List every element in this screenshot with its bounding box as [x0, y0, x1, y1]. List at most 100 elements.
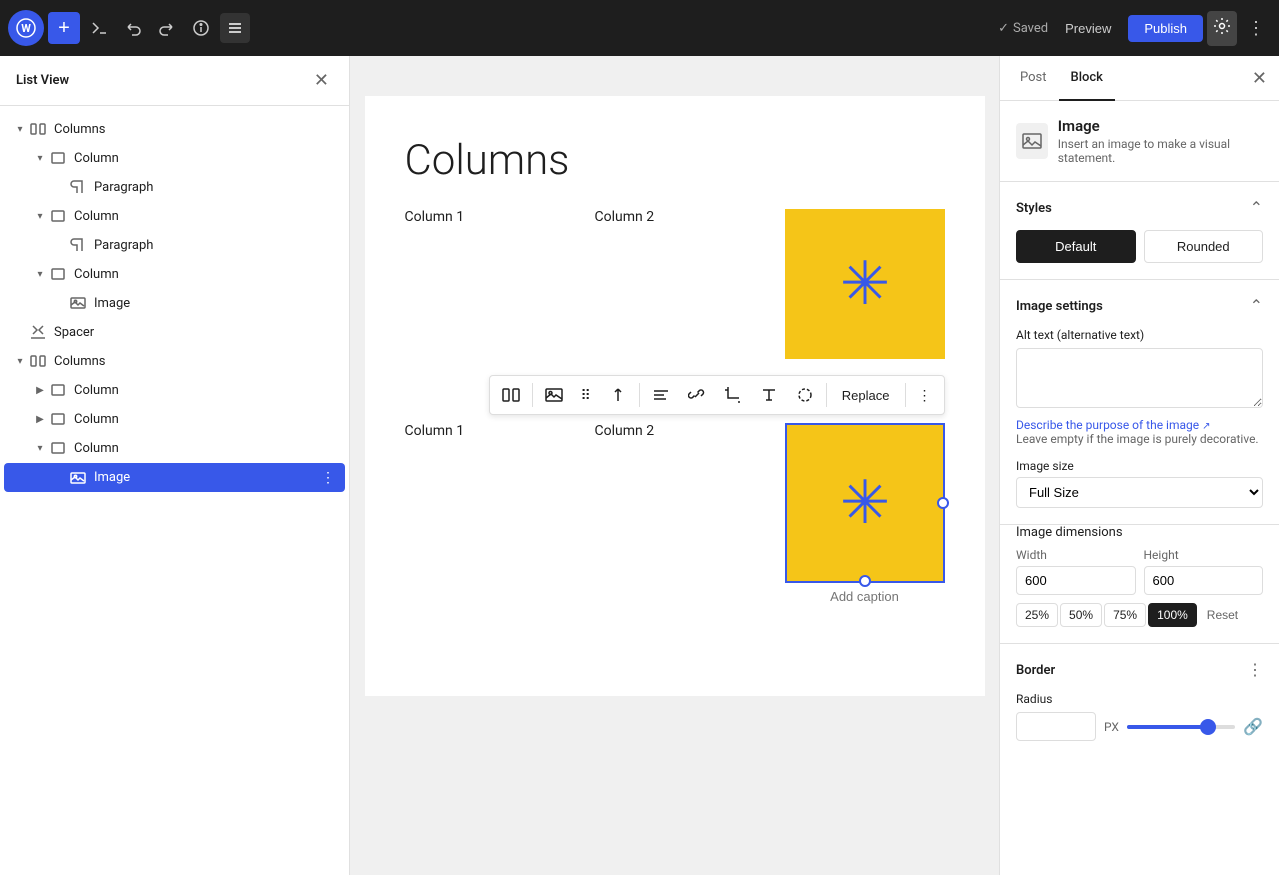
tree-toggle[interactable]: ▾: [32, 208, 48, 224]
image-size-select[interactable]: Full Size: [1016, 477, 1263, 508]
list-item-label: Column: [74, 441, 337, 456]
style-default-button[interactable]: Default: [1016, 230, 1136, 263]
sidebar-header: List View ✕: [0, 56, 349, 106]
style-rounded-button[interactable]: Rounded: [1144, 230, 1264, 263]
tree-toggle[interactable]: ▶: [32, 382, 48, 398]
page-title[interactable]: Columns: [405, 136, 945, 185]
resize-handle-right[interactable]: [937, 497, 949, 509]
reset-button[interactable]: Reset: [1203, 603, 1242, 627]
redo-button[interactable]: [152, 13, 182, 43]
list-item-label: Columns: [54, 122, 337, 137]
caption-input[interactable]: [785, 583, 945, 610]
column-icon: [48, 148, 68, 168]
resize-handle-bottom[interactable]: [859, 575, 871, 587]
undo-button[interactable]: [118, 13, 148, 43]
tree-toggle[interactable]: ▾: [32, 266, 48, 282]
tree-toggle[interactable]: ▾: [12, 353, 28, 369]
list-item-selected[interactable]: Image ⋮: [4, 463, 345, 492]
percent-50-button[interactable]: 50%: [1060, 603, 1102, 627]
column-1-label[interactable]: Column 1: [405, 209, 579, 225]
tree-toggle[interactable]: ▾: [32, 150, 48, 166]
list-item[interactable]: Spacer: [4, 318, 345, 346]
add-block-button[interactable]: +: [48, 12, 80, 44]
list-item[interactable]: ▶ Column: [4, 405, 345, 433]
panel-block-header: Image Insert an image to make a visual s…: [1000, 101, 1279, 182]
sidebar-content: ▾ Columns ▾ Column: [0, 106, 349, 875]
toolbar-replace-button[interactable]: Replace: [831, 383, 901, 408]
list-item[interactable]: Paragraph: [4, 173, 345, 201]
tree-toggle[interactable]: ▶: [32, 411, 48, 427]
more-options-button[interactable]: ⋮: [1241, 12, 1271, 45]
alt-text-link[interactable]: Describe the purpose of the image ↗: [1016, 418, 1263, 432]
columns-icon: [28, 119, 48, 139]
list-item[interactable]: Paragraph: [4, 231, 345, 259]
radius-slider-thumb[interactable]: [1200, 719, 1216, 735]
width-label: Width: [1016, 548, 1136, 562]
toolbar-crop-btn[interactable]: [716, 380, 750, 410]
toolbar-link-btn[interactable]: [680, 380, 714, 410]
toolbar-text-btn[interactable]: [752, 380, 786, 410]
column-1-b-label[interactable]: Column 1: [405, 423, 579, 439]
tab-post[interactable]: Post: [1008, 56, 1059, 101]
percent-100-button[interactable]: 100%: [1148, 603, 1197, 627]
list-item[interactable]: ▾ Column: [4, 202, 345, 230]
toolbar-drag-btn[interactable]: ⠿: [573, 381, 599, 410]
publish-button[interactable]: Publish: [1128, 15, 1203, 42]
list-item[interactable]: Image: [4, 289, 345, 317]
info-button[interactable]: [186, 13, 216, 43]
radius-input[interactable]: [1016, 712, 1096, 741]
panel-block-desc: Insert an image to make a visual stateme…: [1058, 137, 1263, 165]
list-item[interactable]: ▾ Column: [4, 434, 345, 462]
toolbar-circle-btn[interactable]: [788, 380, 822, 410]
width-field: Width: [1016, 548, 1136, 595]
sidebar-close-button[interactable]: ✕: [310, 68, 333, 93]
height-input[interactable]: [1144, 566, 1264, 595]
image-settings-collapse-button[interactable]: ⌃: [1250, 296, 1263, 316]
dims-row: Width Height: [1016, 548, 1263, 595]
tree-toggle[interactable]: ▾: [12, 121, 28, 137]
radius-slider-track[interactable]: [1127, 725, 1235, 729]
percent-25-button[interactable]: 25%: [1016, 603, 1058, 627]
toolbar-align-btn[interactable]: [644, 380, 678, 410]
image-size-label: Image size: [1016, 459, 1263, 473]
column-icon: [48, 409, 68, 429]
editor-area[interactable]: Columns Column 1 Column 2 ✳: [350, 56, 999, 875]
list-item-label: Image: [94, 296, 337, 311]
toolbar-image-btn[interactable]: [537, 380, 571, 410]
tab-block[interactable]: Block: [1059, 56, 1115, 101]
list-item[interactable]: ▾ Columns: [4, 347, 345, 375]
saved-status: ✓ Saved: [998, 21, 1048, 36]
column-2-label[interactable]: Column 2: [595, 209, 769, 225]
toolbar-column-btn[interactable]: [494, 380, 528, 410]
styles-collapse-button[interactable]: ⌃: [1250, 198, 1263, 218]
list-item[interactable]: ▾ Column: [4, 144, 345, 172]
column-2-b-label[interactable]: Column 2: [595, 423, 769, 439]
list-item[interactable]: ▶ Column: [4, 376, 345, 404]
tools-button[interactable]: [84, 13, 114, 43]
image-block-static[interactable]: ✳: [785, 209, 945, 359]
columns-icon: [28, 351, 48, 371]
list-item[interactable]: ▾ Columns: [4, 115, 345, 143]
list-item[interactable]: ▾ Column: [4, 260, 345, 288]
styles-section: Styles ⌃ Default Rounded: [1000, 182, 1279, 280]
percent-75-button[interactable]: 75%: [1104, 603, 1146, 627]
tree-toggle[interactable]: ▾: [32, 440, 48, 456]
item-menu-button[interactable]: ⋮: [319, 467, 337, 488]
width-input[interactable]: [1016, 566, 1136, 595]
svg-text:✳: ✳: [839, 468, 889, 538]
radius-row: PX 🔗: [1016, 712, 1263, 741]
border-header: Border ⋮: [1016, 660, 1263, 680]
list-item-label: Column: [74, 412, 337, 427]
settings-button[interactable]: [1207, 11, 1237, 46]
active-image-block[interactable]: ✳: [785, 423, 945, 583]
toolbar-more-button[interactable]: ⋮: [910, 381, 940, 410]
right-panel-close-button[interactable]: ✕: [1248, 64, 1271, 93]
preview-button[interactable]: Preview: [1052, 14, 1124, 43]
image-settings-section: Image settings ⌃ Alt text (alternative t…: [1000, 280, 1279, 525]
alt-text-input[interactable]: [1016, 348, 1263, 408]
list-view-button[interactable]: [220, 13, 250, 43]
wp-logo[interactable]: W: [8, 10, 44, 46]
radius-link-icon[interactable]: 🔗: [1243, 717, 1263, 737]
toolbar-arrow-btn[interactable]: [601, 380, 635, 410]
border-more-button[interactable]: ⋮: [1247, 660, 1263, 680]
